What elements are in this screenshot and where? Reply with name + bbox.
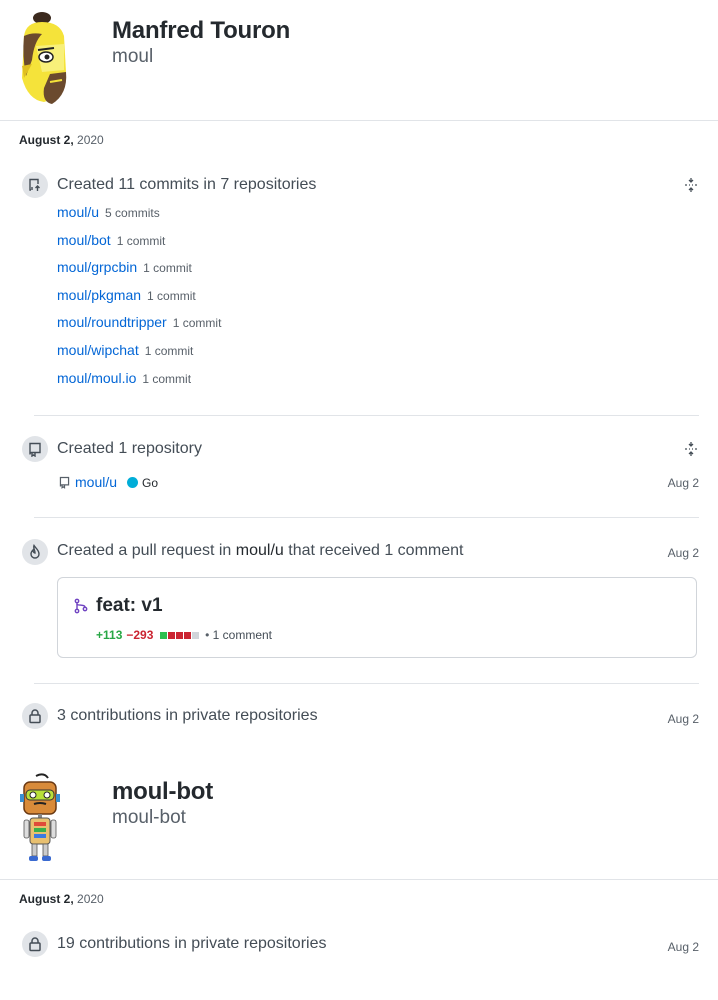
profile-name: moul-bot (112, 778, 214, 805)
divider (34, 415, 699, 416)
commit-count[interactable]: 1 commit (143, 261, 192, 275)
repo-link[interactable]: moul/u (75, 474, 117, 490)
divider (34, 517, 699, 518)
pull-request-meta: +113 −293 • 1 comment (96, 628, 272, 642)
repo-push-icon (22, 172, 48, 198)
pull-request-icon (74, 598, 88, 619)
timeline-date: August 2, 2020 (19, 892, 104, 906)
diffstat-block (159, 632, 167, 639)
event-title: Created 11 commits in 7 repositories (57, 176, 317, 193)
event-date: Aug 2 (667, 546, 699, 560)
profile-login[interactable]: moul-bot (112, 807, 186, 829)
commit-count[interactable]: 1 commit (142, 372, 191, 386)
fold-icon[interactable] (683, 177, 699, 193)
fold-icon[interactable] (683, 441, 699, 457)
repo-link[interactable]: moul/bot (57, 232, 111, 248)
divider (34, 683, 699, 684)
divider (0, 120, 718, 121)
profile-name: Manfred Touron (112, 17, 291, 44)
diffstat-block (191, 632, 199, 639)
diffstat (159, 628, 202, 642)
language-label: Go (142, 476, 159, 490)
diffstat-block (175, 632, 183, 639)
event-title: Created 1 repository (57, 440, 202, 457)
commit-count[interactable]: 5 commits (105, 206, 160, 220)
event-title: Created a pull request in moul/u that re… (57, 542, 464, 559)
deletions: −293 (126, 628, 154, 642)
list-item: moul/u Go (58, 474, 158, 494)
commit-count[interactable]: 1 commit (145, 344, 194, 358)
list-item: moul/moul.io 1 commit (57, 370, 191, 388)
diffstat-block (167, 632, 175, 639)
list-item: moul/roundtripper 1 commit (57, 314, 221, 332)
event-date: Aug 2 (667, 712, 699, 726)
commit-count[interactable]: 1 commit (117, 234, 166, 248)
profile-login[interactable]: moul (112, 46, 153, 68)
repo-link[interactable]: moul/u (57, 204, 99, 220)
flame-icon (22, 539, 48, 565)
repo-link[interactable]: moul/wipchat (57, 342, 139, 358)
additions: +113 (96, 628, 123, 642)
divider (0, 879, 718, 880)
event-title: 19 contributions in private repositories (57, 935, 327, 952)
repo-icon (58, 475, 71, 494)
pull-request-title[interactable]: feat: v1 (96, 595, 163, 617)
avatar[interactable] (12, 12, 74, 106)
commit-count[interactable]: 1 commit (173, 316, 222, 330)
lock-icon (22, 931, 48, 957)
event-date: Aug 2 (667, 940, 699, 954)
event-title: 3 contributions in private repositories (57, 707, 318, 724)
separator: • (205, 628, 210, 642)
repo-link[interactable]: moul/u (236, 542, 284, 559)
repo-link[interactable]: moul/grpcbin (57, 259, 137, 275)
list-item: moul/wipchat 1 commit (57, 342, 193, 360)
repo-link[interactable]: moul/pkgman (57, 287, 141, 303)
avatar[interactable] (14, 772, 66, 864)
pull-request-card: feat: v1 +113 −293 • 1 comment (57, 577, 697, 658)
lock-icon (22, 703, 48, 729)
language-color-dot (127, 477, 139, 488)
comment-count[interactable]: 1 comment (213, 628, 272, 642)
commit-count[interactable]: 1 commit (147, 289, 196, 303)
list-item: moul/bot 1 commit (57, 232, 165, 250)
repo-link[interactable]: moul/moul.io (57, 370, 136, 386)
timeline-date: August 2, 2020 (19, 133, 104, 147)
repo-link[interactable]: moul/roundtripper (57, 314, 167, 330)
list-item: moul/u 5 commits (57, 204, 160, 222)
diffstat-block (183, 632, 191, 639)
repo-icon (22, 436, 48, 462)
event-date: Aug 2 (667, 476, 699, 490)
list-item: moul/pkgman 1 commit (57, 287, 196, 305)
list-item: moul/grpcbin 1 commit (57, 259, 192, 277)
